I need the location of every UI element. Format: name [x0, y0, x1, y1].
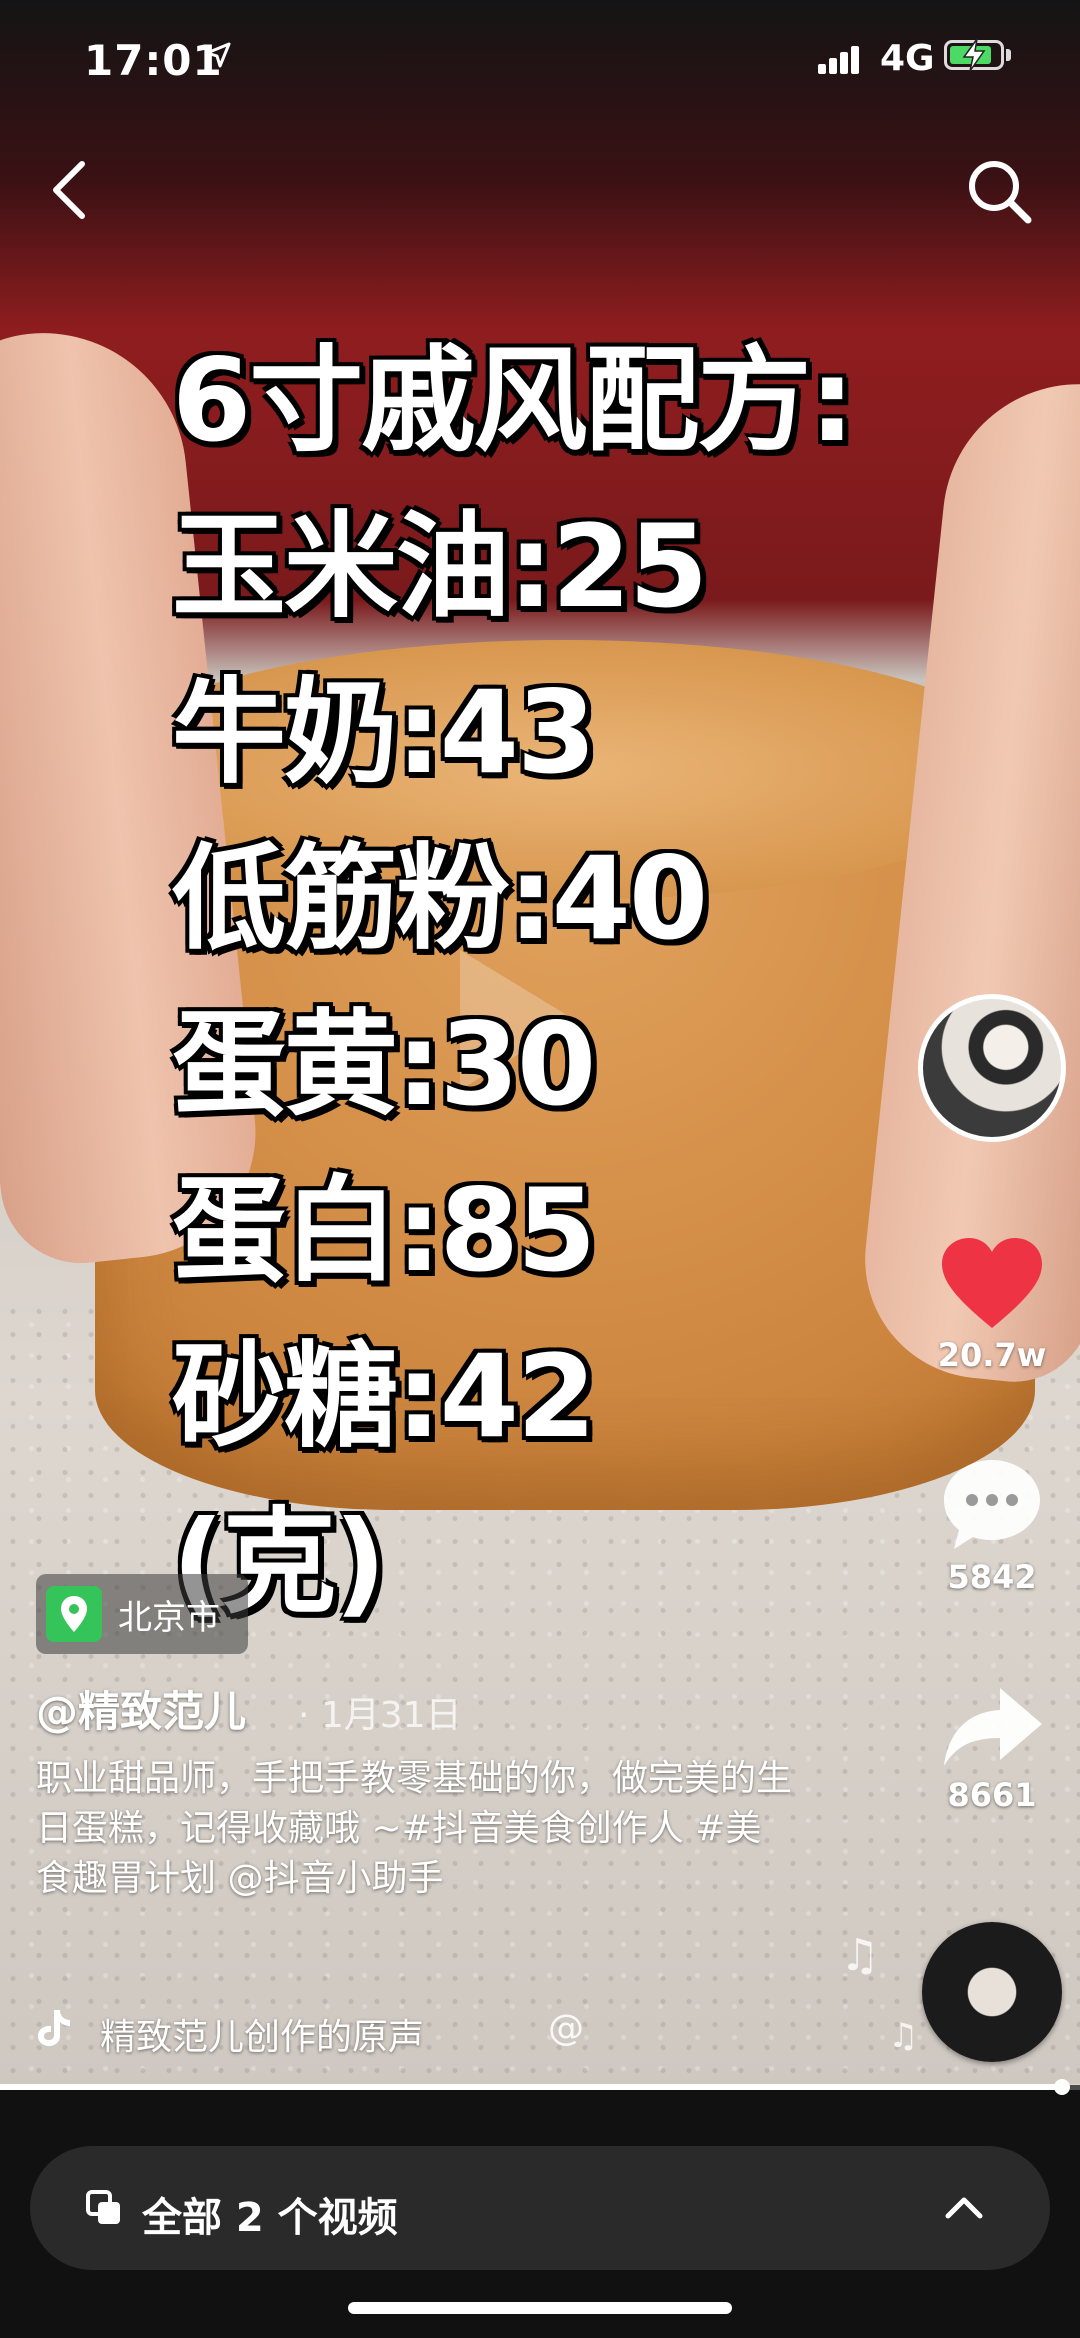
like-button[interactable]: 20.7w [930, 1236, 1054, 1374]
heart-icon [942, 1238, 1042, 1328]
comment-icon [944, 1460, 1040, 1549]
recipe-line: (克) [172, 1496, 386, 1629]
recipe-line: 低筋粉:40 [172, 832, 708, 965]
music-title[interactable]: 精致范儿创作的原声 [100, 2008, 424, 2060]
location-arrow-icon [205, 42, 231, 68]
recipe-line: 牛奶:43 [172, 666, 596, 799]
tiktok-music-icon [38, 2010, 70, 2046]
author-name[interactable]: @精致范儿 [36, 1678, 246, 1739]
post-date: · 1月31日 [298, 1695, 462, 1736]
video-progress[interactable] [0, 2084, 1080, 2090]
collection-label: 全部 2 个视频 [142, 2195, 398, 2241]
post-caption[interactable]: 职业甜品师，手把手教零基础的你，做完美的生日蛋糕，记得收藏哦 ~#抖音美食创作人… [36, 1754, 796, 1904]
share-icon [944, 1688, 1042, 1766]
share-count: 8661 [947, 1776, 1037, 1814]
progress-fill [0, 2084, 1058, 2090]
status-bar: 17:01 4G [0, 0, 1080, 120]
music-note-icon: ♫ [888, 2016, 919, 2056]
collection-icon [86, 2190, 120, 2224]
battery-cap [1006, 49, 1011, 61]
back-button[interactable] [40, 150, 100, 230]
location-pin-icon [46, 1586, 102, 1642]
share-button[interactable]: 8661 [930, 1682, 1054, 1814]
search-button[interactable] [964, 156, 1034, 226]
status-time: 17:01 [84, 36, 223, 85]
recipe-line: 蛋黄:30 [172, 998, 596, 1131]
music-extra: @ [548, 2008, 584, 2049]
network-type: 4G [880, 38, 935, 79]
recipe-title: 6寸戚风配方: [172, 334, 855, 467]
location-tag[interactable]: 北京市 [36, 1574, 248, 1654]
comment-button[interactable]: 5842 [930, 1454, 1054, 1596]
signal-icon [818, 42, 868, 74]
recipe-line: 玉米油:25 [172, 500, 708, 633]
music-disc[interactable] [922, 1922, 1062, 2062]
progress-knob[interactable] [1054, 2079, 1070, 2095]
music-note-icon: ♫ [840, 1930, 880, 1981]
recipe-line: 蛋白:85 [172, 1164, 596, 1297]
location-label: 北京市 [118, 1598, 220, 1638]
charging-bolt-icon [962, 38, 986, 72]
chevron-up-icon[interactable] [944, 2192, 984, 2222]
recipe-line: 砂糖:42 [172, 1330, 596, 1463]
recipe-overlay: 6寸戚风配方: 玉米油:25 牛奶:43 低筋粉:40 蛋黄:30 蛋白:85 … [172, 318, 912, 1646]
comment-count: 5842 [947, 1558, 1037, 1596]
author-avatar[interactable] [918, 994, 1066, 1142]
home-indicator [348, 2302, 732, 2314]
like-count: 20.7w [937, 1336, 1047, 1374]
